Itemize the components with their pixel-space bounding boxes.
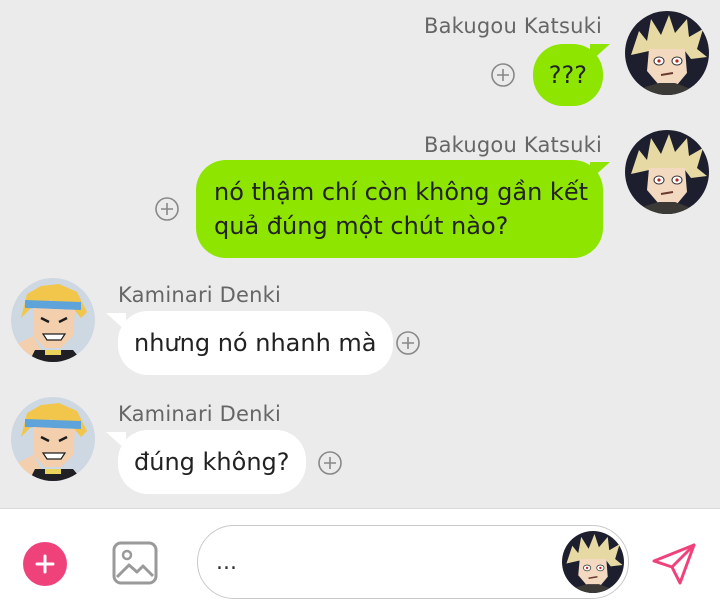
sender-name: Kaminari Denki (118, 402, 282, 426)
send-button[interactable] (650, 541, 698, 587)
chat-area[interactable]: Bakugou Katsuki ??? Bakugou Katsuki nó t… (0, 0, 720, 508)
character-avatar-button[interactable] (562, 531, 624, 593)
message-text: ??? (548, 61, 587, 89)
add-reaction-button[interactable] (395, 330, 421, 356)
sender-name: Kaminari Denki (118, 283, 282, 307)
message-text: đúng không? (134, 448, 290, 476)
message-text-line: nó thậm chí còn không gần kết (214, 178, 589, 206)
bubble-tail (106, 432, 126, 450)
sender-name: Bakugou Katsuki (423, 14, 602, 38)
add-reaction-button[interactable] (317, 450, 343, 476)
input-text: ... (216, 550, 237, 575)
composer-bar: ... (0, 508, 720, 610)
sender-avatar[interactable] (625, 130, 709, 214)
message-bubble[interactable]: đúng không? (118, 430, 306, 494)
message-bubble[interactable]: nó thậm chí còn không gần kết quả đúng m… (196, 160, 603, 258)
send-icon (652, 543, 696, 585)
plus-circle-icon (396, 331, 420, 355)
bubble-tail (590, 162, 610, 180)
plus-circle-icon (318, 451, 342, 475)
message-text-line: quả đúng một chút nào? (214, 212, 509, 240)
add-button[interactable] (23, 542, 67, 586)
message-bubble[interactable]: nhưng nó nhanh mà (118, 311, 393, 375)
bubble-tail (590, 44, 610, 62)
plus-circle-icon (155, 197, 179, 221)
sender-name: Bakugou Katsuki (423, 133, 602, 157)
image-icon (112, 541, 158, 585)
sender-avatar[interactable] (625, 11, 709, 95)
image-button[interactable] (112, 541, 158, 585)
sender-avatar[interactable] (11, 278, 95, 362)
plus-icon (35, 554, 55, 574)
add-reaction-button[interactable] (154, 196, 180, 222)
message-input[interactable]: ... (197, 525, 629, 599)
message-text: nhưng nó nhanh mà (134, 329, 377, 357)
plus-circle-icon (491, 63, 515, 87)
bubble-tail (106, 313, 126, 331)
add-reaction-button[interactable] (490, 62, 516, 88)
sender-avatar[interactable] (11, 397, 95, 481)
